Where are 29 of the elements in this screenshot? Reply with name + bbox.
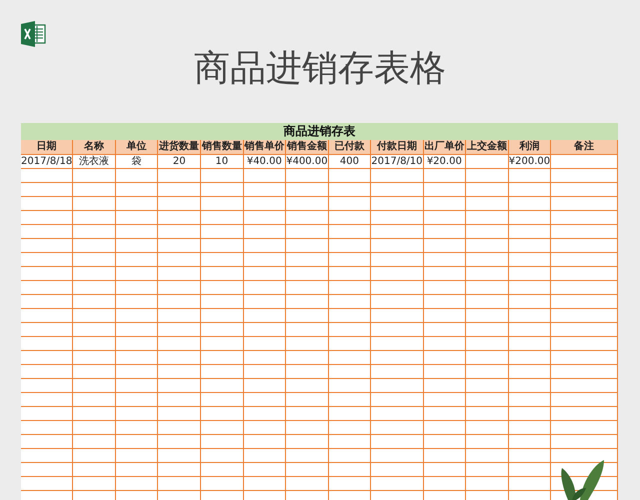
table-cell: 400 bbox=[328, 155, 372, 169]
column-header: 日期 bbox=[21, 140, 74, 155]
table-cell: 2017/8/18 bbox=[21, 155, 74, 169]
table-cell: ¥400.00 bbox=[286, 155, 329, 169]
sheet-title: 商品进销存表 bbox=[21, 123, 618, 140]
table-cell: ¥40.00 bbox=[244, 155, 286, 169]
column-header: 单位 bbox=[116, 140, 158, 155]
table-cell: 洗衣液 bbox=[73, 155, 116, 169]
table-cell: 10 bbox=[200, 155, 244, 169]
column-header: 已付款 bbox=[328, 140, 372, 155]
column-header: 销售数量 bbox=[200, 140, 244, 155]
column-header: 付款日期 bbox=[371, 140, 424, 155]
table-cell: 2017/8/10 bbox=[371, 155, 424, 169]
column-header: 销售金额 bbox=[286, 140, 329, 155]
empty-cell bbox=[551, 155, 618, 169]
column-header: 出厂单价 bbox=[424, 140, 466, 155]
page-title: 商品进销存表格 bbox=[194, 47, 446, 91]
column-header: 上交金额 bbox=[466, 140, 509, 155]
column-header: 利润 bbox=[508, 140, 552, 155]
table-cell: ¥20.00 bbox=[424, 155, 466, 169]
table-cell: ¥200.00 bbox=[508, 155, 552, 169]
column-header: 进货数量 bbox=[158, 140, 201, 155]
spreadsheet-app-icon bbox=[20, 20, 46, 48]
empty-cell bbox=[466, 155, 509, 169]
table-cell: 袋 bbox=[116, 155, 158, 169]
column-header: 销售单价 bbox=[244, 140, 286, 155]
column-header: 备注 bbox=[551, 140, 618, 155]
table-cell: 20 bbox=[158, 155, 201, 169]
column-header: 名称 bbox=[73, 140, 116, 155]
